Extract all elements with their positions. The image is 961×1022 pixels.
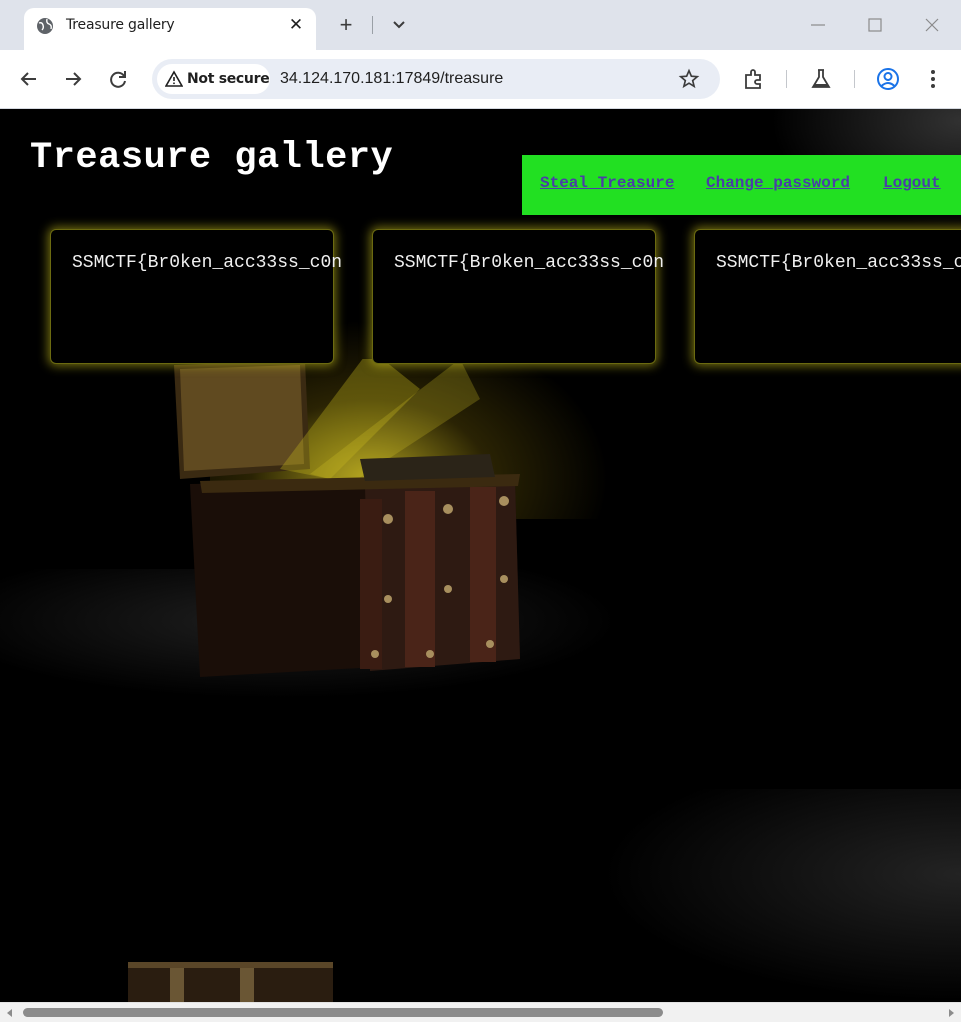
scrollbar-thumb[interactable] [23,1008,663,1017]
toolbar-separator [854,70,855,88]
back-icon[interactable] [17,67,41,91]
treasure-flag-text: SSMCTF{Br0ken_acc33ss_c0n [394,253,665,273]
logout-link[interactable]: Logout [883,174,941,192]
maximize-icon[interactable] [865,15,885,35]
close-window-icon[interactable] [922,15,942,35]
treasure-flag-text: SSMCTF{Br0ken_acc33ss_c0n [716,253,961,273]
treasure-flag-text: SSMCTF{Br0ken_acc33ss_c0n [72,253,343,273]
scroll-left-icon[interactable] [4,1007,16,1019]
scroll-right-icon[interactable] [945,1007,957,1019]
chevron-down-icon[interactable] [389,14,409,34]
more-icon[interactable] [920,66,946,92]
browser-tab[interactable]: Treasure gallery ✕ [24,8,316,50]
toolbar-separator [786,70,787,88]
plus-icon[interactable]: + [334,13,358,37]
treasure-chest-image [128,962,333,1002]
steal-treasure-link[interactable]: Steal Treasure [540,174,674,192]
close-icon[interactable]: ✕ [286,15,306,35]
tab-strip: Treasure gallery ✕ + [0,0,961,50]
horizontal-scrollbar[interactable] [0,1002,961,1022]
reload-icon[interactable] [106,67,130,91]
treasure-chest-image [174,359,520,677]
url-text[interactable]: 34.124.170.181:17849/treasure [280,70,503,88]
background-light-rays [600,789,961,1002]
address-bar[interactable]: Not secure 34.124.170.181:17849/treasure [152,59,720,99]
forward-icon[interactable] [61,67,85,91]
extensions-icon[interactable] [741,66,767,92]
page-title: Treasure gallery [30,137,394,179]
warning-icon [165,70,183,87]
labs-icon[interactable] [808,66,834,92]
tab-separator [372,16,373,34]
change-password-link[interactable]: Change password [706,174,850,192]
tab-title: Treasure gallery [66,17,175,33]
treasure-card: SSMCTF{Br0ken_acc33ss_c0n [50,229,342,364]
nav-bar: Steal Treasure Change password Logout [522,155,961,215]
profile-icon[interactable] [875,66,901,92]
security-chip[interactable]: Not secure [157,64,270,94]
star-icon[interactable] [678,68,700,90]
minimize-icon[interactable] [808,15,828,35]
globe-icon [37,18,53,34]
treasure-card: SSMCTF{Br0ken_acc33ss_c0n [372,229,664,364]
security-label: Not secure [187,71,270,87]
browser-toolbar: Not secure 34.124.170.181:17849/treasure [0,50,961,109]
treasure-card: SSMCTF{Br0ken_acc33ss_c0n [694,229,961,364]
page-viewport: Treasure gallery Steal Treasure Change p… [0,109,961,1002]
